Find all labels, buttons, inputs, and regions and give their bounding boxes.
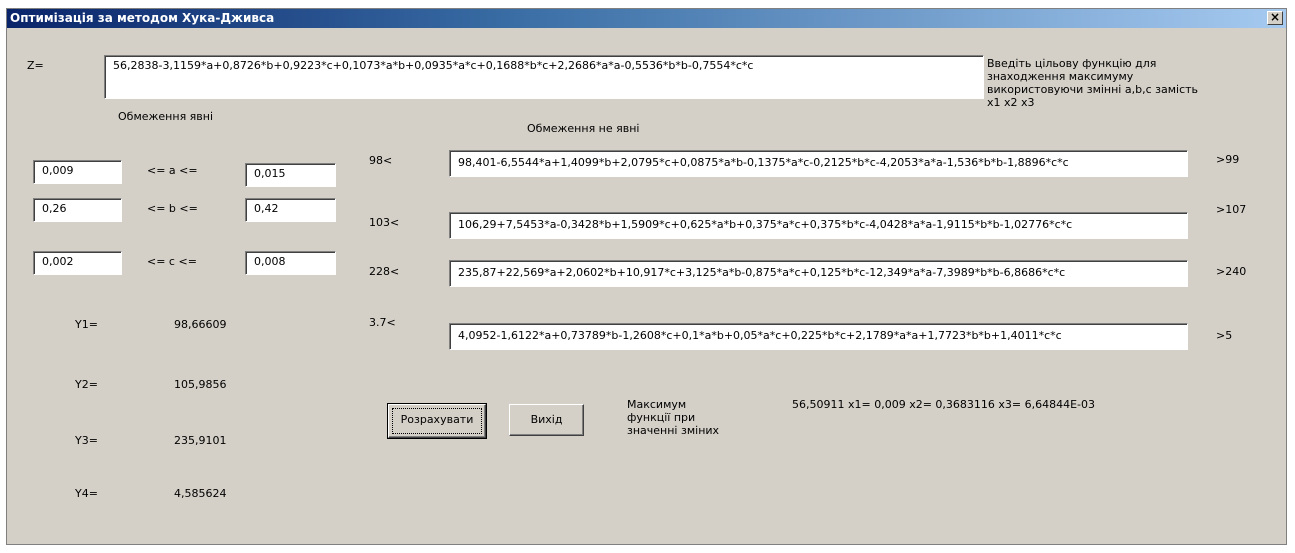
constraint-3-lower-label: 228< [369,265,400,278]
y1-label: Y1= [75,318,98,331]
y3-value: 235,9101 [174,434,227,447]
constraint-2-upper-label: >107 [1216,203,1247,216]
implicit-constraints-heading: Обмеження не явні [527,122,640,135]
objective-function-input[interactable]: 56,2838-3,1159*a+0,8726*b+0,9223*c+0,107… [104,55,984,99]
objective-hint-line-1: Введіть цільову функцію для [987,57,1157,70]
y4-value: 4,585624 [174,487,227,500]
maximum-result-value: 56,50911 x1= 0,009 x2= 0,3683116 x3= 6,6… [792,398,1096,411]
constraint-2-lower-label: 103< [369,216,400,229]
exit-button[interactable]: Вихід [509,404,584,436]
exit-button-label: Вихід [530,413,563,426]
maximum-caption-line-2: функції при [627,411,696,424]
y4-label: Y4= [75,487,98,500]
constraint-4-upper-label: >5 [1216,329,1233,342]
constraint-1-expression-input[interactable]: 98,401-6,5544*a+1,4099*b+2,0795*c+0,0875… [449,150,1188,177]
c-upper-bound-input[interactable]: 0,008 [245,251,336,275]
explicit-constraints-heading: Обмеження явні [118,110,214,123]
c-constraint-label: <= c <= [147,255,197,268]
constraint-1-lower-label: 98< [369,154,393,167]
maximum-caption-line-3: значенні зміних [627,424,720,437]
constraint-3-upper-label: >240 [1216,265,1247,278]
b-constraint-label: <= b <= [147,202,198,215]
constraint-2-expression-input[interactable]: 106,29+7,5453*a-0,3428*b+1,5909*c+0,625*… [449,212,1188,239]
objective-hint-line-4: x1 x2 x3 [987,96,1035,109]
a-upper-bound-input[interactable]: 0,015 [245,163,336,187]
constraint-1-upper-label: >99 [1216,153,1240,166]
y1-value: 98,66609 [174,318,227,331]
y3-label: Y3= [75,434,98,447]
constraint-4-expression-input[interactable]: 4,0952-1,6122*a+0,73789*b-1,2608*c+0,1*a… [449,323,1188,350]
y2-value: 105,9856 [174,378,227,391]
calculate-button[interactable]: Розрахувати [387,403,487,439]
title-bar: Оптимізація за методом Хука-Дживса × [7,9,1286,28]
objective-label: Z= [27,59,44,72]
objective-hint-line-3: використовуючи змінні a,b,c замість [987,83,1199,96]
objective-hint-line-2: знаходження максимуму [987,70,1134,83]
b-upper-bound-input[interactable]: 0,42 [245,198,336,222]
window-title: Оптимізація за методом Хука-Дживса [10,11,275,25]
close-button[interactable]: × [1267,11,1283,25]
b-lower-bound-input[interactable]: 0,26 [33,198,122,222]
y2-label: Y2= [75,378,98,391]
c-lower-bound-input[interactable]: 0,002 [33,251,122,275]
constraint-4-lower-label: 3.7< [369,316,396,329]
main-window: Оптимізація за методом Хука-Дживса × Z= … [6,8,1287,545]
a-constraint-label: <= a <= [147,164,198,177]
constraint-3-expression-input[interactable]: 235,87+22,569*a+2,0602*b+10,917*c+3,125*… [449,260,1188,287]
a-lower-bound-input[interactable]: 0,009 [33,160,122,184]
maximum-caption-line-1: Максимум [627,398,687,411]
focus-ring [392,408,482,434]
